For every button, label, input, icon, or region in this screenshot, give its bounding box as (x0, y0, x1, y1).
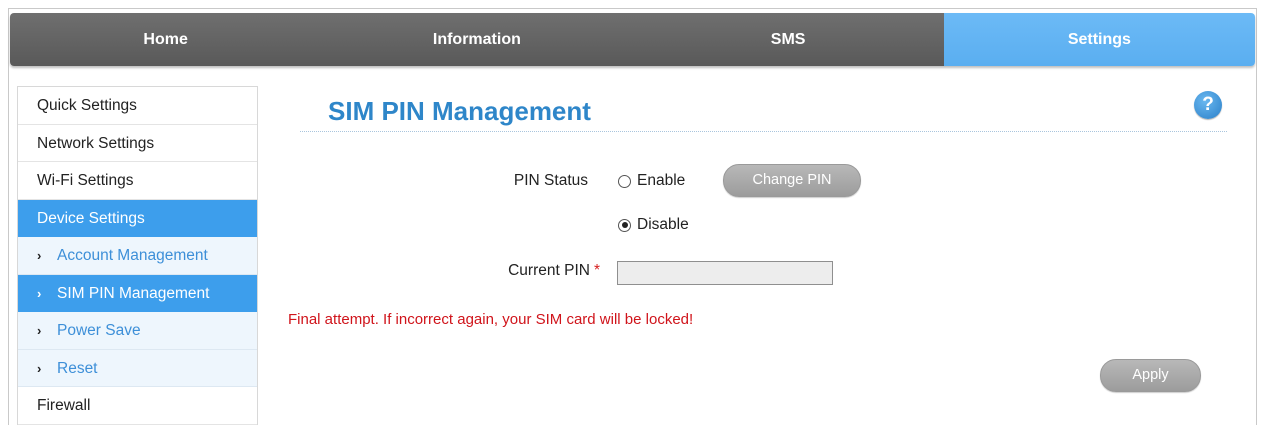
change-pin-button[interactable]: Change PIN (723, 164, 861, 197)
sidebar-subitem-label: SIM PIN Management (57, 284, 210, 302)
current-pin-label-text: Current PIN (508, 262, 590, 279)
sidebar-subitem-power-save[interactable]: › Power Save (18, 312, 257, 350)
sidebar-item-firewall[interactable]: Firewall (18, 387, 257, 425)
pin-status-label: PIN Status (513, 172, 588, 189)
sidebar-item-device-settings[interactable]: Device Settings (18, 199, 257, 237)
final-attempt-warning: Final attempt. If incorrect again, your … (288, 311, 694, 328)
tab-information[interactable]: Information (321, 13, 633, 66)
pin-enable-option[interactable]: Enable (618, 172, 685, 190)
chevron-right-icon: › (37, 285, 42, 301)
sidebar-subitem-label: Reset (57, 359, 98, 377)
sidebar-subitem-sim-pin-management[interactable]: › SIM PIN Management (18, 274, 257, 312)
page-title: SIM PIN Management (328, 96, 591, 126)
title-divider (300, 131, 1227, 132)
help-icon[interactable]: ? (1194, 91, 1222, 119)
sidebar-subitem-account-management[interactable]: › Account Management (18, 237, 257, 275)
sidebar-subitem-reset[interactable]: › Reset (18, 349, 257, 387)
pin-disable-option[interactable]: Disable (618, 216, 689, 234)
enable-radio-icon[interactable] (618, 174, 631, 188)
disable-radio-icon[interactable] (618, 218, 631, 232)
sidebar-item-quick-settings[interactable]: Quick Settings (18, 87, 257, 125)
apply-button[interactable]: Apply (1100, 359, 1201, 392)
settings-sidebar: Quick Settings Network Settings Wi-Fi Se… (17, 86, 258, 425)
required-marker: * (593, 262, 600, 279)
current-pin-input[interactable] (617, 261, 833, 285)
enable-radio-label: Enable (637, 172, 686, 189)
top-navigation: Home Information SMS Settings (10, 13, 1255, 66)
sidebar-subitem-label: Account Management (57, 247, 208, 264)
sidebar-item-network-settings[interactable]: Network Settings (18, 125, 257, 162)
current-pin-label: Current PIN * (450, 262, 600, 280)
chevron-right-icon: › (37, 323, 42, 338)
chevron-right-icon: › (37, 360, 42, 376)
tab-settings[interactable]: Settings (943, 13, 1255, 66)
chevron-right-icon: › (37, 248, 42, 263)
sidebar-item-wifi-settings[interactable]: Wi-Fi Settings (18, 162, 257, 200)
tab-home[interactable]: Home (10, 13, 322, 66)
sidebar-subitem-label: Power Save (57, 322, 141, 339)
tab-sms[interactable]: SMS (632, 13, 944, 66)
disable-radio-label: Disable (637, 216, 689, 233)
